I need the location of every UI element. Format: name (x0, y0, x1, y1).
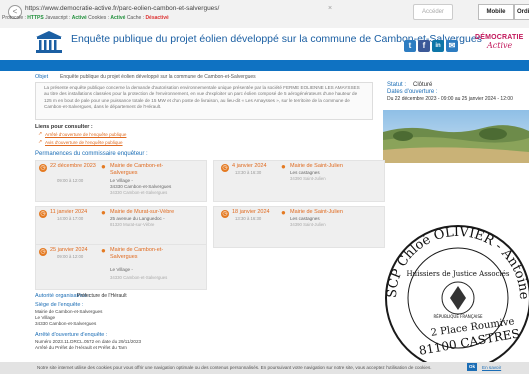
clock-icon: ◷ (39, 164, 47, 172)
permanence-postal: 34390 Saint-Julien (290, 222, 326, 227)
stamp-text-rf: RÉPUBLIQUE FRANÇAISE (433, 314, 483, 319)
objet-label: Objet (35, 74, 49, 80)
permanences-title: Permanences du commissaire enquêteur : (35, 151, 148, 157)
close-icon[interactable]: × (328, 5, 332, 12)
location-pin-icon: ● (281, 162, 286, 171)
link-arrete[interactable]: Arrêté d'ouverture de l'enquête publique (45, 132, 126, 137)
democratie-active-logo[interactable]: DÉMOCRATIE Active (475, 34, 529, 60)
permanence-time: 14:00 à 17:00 (57, 216, 84, 221)
siege-label: Siège de l'enquête : (35, 302, 84, 308)
permanence-mairie: Mairie de Cambon-et-Salvergues (110, 247, 164, 260)
permanence-date: 11 janvier 2024 (50, 209, 88, 215)
permanence-time: 09:00 à 12:00 (57, 178, 84, 183)
permanence-mairie: Mairie de Saint-Julien (290, 163, 343, 169)
location-pin-icon: ● (101, 162, 106, 171)
mail-icon[interactable]: ✉ (446, 40, 458, 52)
landscape-photo (383, 110, 529, 163)
clock-icon: ◷ (221, 164, 229, 172)
brand-line1: DÉMOCRATIE (475, 34, 524, 41)
access-button[interactable]: Accéder (413, 4, 453, 20)
statut-label: Statut : (387, 82, 407, 88)
cookie-ok-button[interactable]: Ok (467, 363, 477, 371)
building-logo-icon[interactable] (35, 30, 63, 54)
link-avis[interactable]: Avis d'ouverture de l'enquête publique (45, 140, 123, 145)
facebook-icon[interactable]: f (418, 40, 430, 52)
location-pin-icon: ● (101, 208, 106, 217)
permanence-date: 4 janvier 2024 (232, 163, 267, 169)
objet-value: Enquête publique du projet éolien dévelo… (60, 74, 256, 80)
permanence-date: 22 décembre 2023 (50, 163, 96, 169)
permanence-postal: 34330 Cambon-et-Salvergues (110, 275, 168, 280)
bailiff-stamp: SCP Chloé OLIVIER - Antoine VERGÉ Huissi… (378, 206, 529, 363)
permanence-mairie: Mairie de Saint-Julien (290, 209, 343, 215)
protocol-label: Protocole : (2, 15, 26, 21)
stamp-text-sub: Huissiers de Justice Associés (406, 270, 509, 278)
cookies-value: Activé (110, 15, 126, 21)
protocol-info: Protocole : HTTPS Javascript : Activé Co… (2, 15, 169, 21)
brand-line2: Active (487, 41, 513, 50)
clock-icon: ◷ (39, 210, 47, 218)
permanence-mairie: Mairie de Murat-sur-Vèbre (110, 209, 175, 215)
mobile-view-button[interactable]: Mobile (478, 4, 514, 20)
permanence-postal: 81320 Murat-sur-Vèbre (110, 222, 155, 227)
permanence-address: Le Village - (110, 267, 133, 272)
clock-icon: ◷ (221, 210, 229, 218)
siege-line: 34330 Cambon-et-Salvergues (35, 321, 97, 326)
desktop-view-button[interactable]: Ordina (514, 4, 529, 20)
permanence-time: 09:00 à 12:00 (57, 254, 84, 259)
cache-value: Désactivé (145, 15, 169, 21)
permanence-postal-alt: 34330 Cambon-et-Salvergues (110, 190, 168, 195)
javascript-value: Activé (71, 15, 87, 21)
protocol-value: HTTPS (27, 15, 44, 21)
liens-title: Liens pour consulter : (35, 124, 93, 130)
permanence-postal: 34390 Saint-Julien (290, 176, 326, 181)
clock-icon: ◷ (39, 248, 47, 256)
external-link-icon: ↗ (38, 131, 43, 137)
javascript-label: Javascript : (45, 15, 71, 21)
permanence-time: 13:30 à 16:30 (235, 216, 262, 221)
location-pin-icon: ● (101, 246, 106, 255)
linkedin-icon[interactable]: in (432, 40, 444, 52)
external-link-icon: ↗ (38, 139, 43, 145)
dates-value: Du 22 décembre 2023 - 09:00 au 25 janvie… (387, 96, 513, 102)
permanence-date: 18 janvier 2024 (232, 209, 270, 215)
location-pin-icon: ● (281, 208, 286, 217)
permanence-date: 25 janvier 2024 (50, 247, 88, 253)
twitter-icon[interactable]: t (404, 40, 416, 52)
description-text: La présente enquête publique concerne la… (44, 85, 360, 110)
url-text[interactable]: https://www.democratie-active.fr/parc-eo… (25, 5, 219, 12)
statut-value: Clôturé (413, 82, 433, 88)
cookies-label: Cookies : (88, 15, 110, 21)
permanence-time: 13:30 à 16:30 (235, 170, 262, 175)
arrete-label: Arrêté d'ouverture d'enquête : (35, 332, 108, 338)
permanence-mairie: Mairie de Cambon-et-Salvergues (110, 163, 164, 176)
arrete-line: Arrêté du Préfet de l'Hérault et Préfet … (35, 345, 127, 350)
dates-label: Dates d'ouverture : (387, 89, 438, 95)
autorite-value: Préfecture de l'Hérault (77, 293, 127, 299)
cache-label: Cache : (126, 15, 145, 21)
cookie-text: Notre site internet utilise des cookies … (37, 365, 432, 370)
nav-band (0, 60, 529, 71)
cookie-more-link[interactable]: En savoir (482, 365, 501, 370)
